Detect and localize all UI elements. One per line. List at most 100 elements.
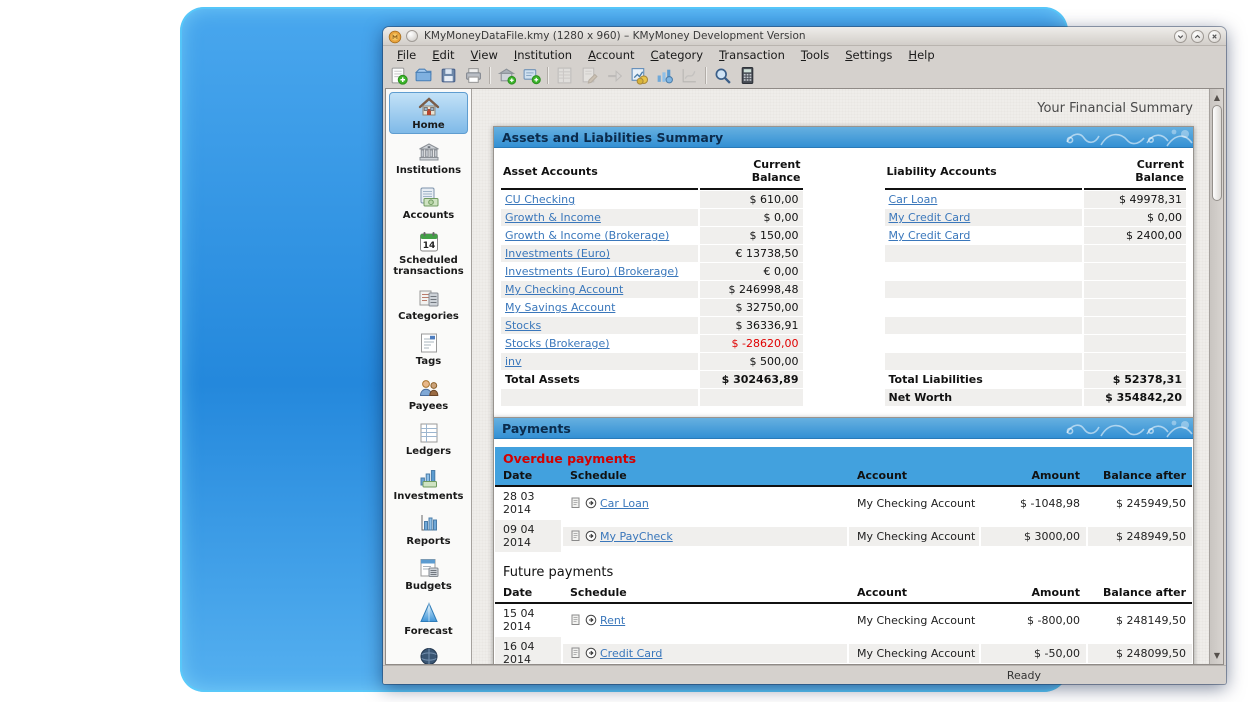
menu-settings[interactable]: Settings — [837, 47, 900, 63]
sidebar-item-categories[interactable]: Categories — [389, 283, 468, 325]
account-balance-cell: $ 150,00 — [700, 227, 802, 244]
sidebar-item-ledgers[interactable]: Ledgers — [389, 418, 468, 460]
liability-row — [885, 281, 1187, 298]
sidebar-item-label: Accounts — [390, 210, 467, 221]
statusbar: Ready — [383, 665, 1226, 684]
sidebar-item-investments[interactable]: Investments — [389, 463, 468, 505]
account-name-cell: Total Liabilities — [885, 371, 1082, 388]
enter-schedule-icon[interactable] — [585, 647, 597, 659]
account-balance-cell: € 13738,50 — [700, 245, 802, 262]
report-chart-icon[interactable] — [628, 65, 650, 86]
menu-transaction[interactable]: Transaction — [711, 47, 793, 63]
institutions-icon — [390, 140, 467, 164]
account-balance-cell: $ 0,00 — [700, 209, 802, 226]
edit-schedule-icon[interactable] — [570, 530, 582, 542]
liability-row — [885, 353, 1187, 370]
sidebar-item-reports[interactable]: Reports — [389, 508, 468, 550]
assets-liabilities-title: Assets and Liabilities Summary — [502, 130, 723, 145]
account-link[interactable]: My Credit Card — [889, 229, 971, 242]
future-payments-header: DateScheduleAccountAmountBalance after — [495, 584, 1192, 604]
find-transaction-icon[interactable] — [711, 65, 733, 86]
toolbar-separator — [489, 67, 490, 84]
page-title: Your Financial Summary — [1037, 101, 1193, 116]
account-link[interactable]: Growth & Income — [505, 211, 601, 224]
print-icon[interactable] — [462, 65, 484, 86]
sidebar-item-accounts[interactable]: Accounts — [389, 182, 468, 224]
new-institution-icon[interactable] — [495, 65, 517, 86]
payment-account-cell: My Checking Account — [849, 644, 979, 663]
sidebar-item-outbox[interactable]: Outbox — [389, 643, 468, 664]
menu-account[interactable]: Account — [580, 47, 642, 63]
menu-file[interactable]: File — [389, 47, 424, 63]
home-icon — [390, 95, 467, 119]
account-balance-cell — [1084, 317, 1186, 334]
account-link[interactable]: My Credit Card — [889, 211, 971, 224]
payee-report-icon[interactable] — [653, 65, 675, 86]
schedule-link[interactable]: Rent — [600, 614, 625, 627]
schedule-link[interactable]: Credit Card — [600, 647, 662, 660]
sidebar-item-label: Payees — [390, 401, 467, 412]
menu-help[interactable]: Help — [900, 47, 942, 63]
account-link[interactable]: Stocks — [505, 319, 541, 332]
account-link[interactable]: inv — [505, 355, 522, 368]
account-name-cell: Car Loan — [885, 191, 1082, 208]
scroll-down-arrow[interactable]: ▼ — [1210, 649, 1224, 662]
account-name-cell: Investments (Euro) — [501, 245, 698, 262]
scheduled-transactions-icon: 14 — [390, 230, 467, 254]
account-link[interactable]: Stocks (Brokerage) — [505, 337, 610, 350]
save-icon[interactable] — [437, 65, 459, 86]
account-link[interactable]: My Checking Account — [505, 283, 623, 296]
menu-category[interactable]: Category — [643, 47, 712, 63]
enter-schedule-icon[interactable] — [585, 614, 597, 626]
new-account-icon[interactable] — [520, 65, 542, 86]
open-file-icon[interactable] — [412, 65, 434, 86]
account-name-cell: My Savings Account — [501, 299, 698, 316]
sidebar-item-label: Tags — [390, 356, 467, 367]
sidebar-item-forecast[interactable]: Forecast — [389, 598, 468, 640]
scroll-up-arrow[interactable]: ▲ — [1210, 91, 1224, 104]
schedule-link[interactable]: Car Loan — [600, 497, 649, 510]
account-name-cell: CU Checking — [501, 191, 698, 208]
account-link[interactable]: Growth & Income (Brokerage) — [505, 229, 669, 242]
edit-schedule-icon[interactable] — [570, 647, 582, 659]
vertical-scrollbar[interactable]: ▲ ▼ — [1209, 89, 1223, 664]
sidebar-item-label: Home — [390, 120, 467, 131]
sidebar-item-home[interactable]: Home — [389, 92, 468, 134]
sidebar-item-institutions[interactable]: Institutions — [389, 137, 468, 179]
account-link[interactable]: CU Checking — [505, 193, 575, 206]
account-name-cell — [885, 335, 1082, 352]
sidebar-item-tags[interactable]: Tags — [389, 328, 468, 370]
sidebar-item-budgets[interactable]: Budgets — [389, 553, 468, 595]
maximize-button[interactable] — [1191, 30, 1204, 43]
window-menu-button[interactable] — [406, 30, 418, 42]
payment-schedule-cell: My PayCheck — [563, 527, 847, 546]
new-file-icon[interactable] — [387, 65, 409, 86]
overdue-payments-header: Overdue payments DateScheduleAccountAmou… — [495, 447, 1192, 487]
toolbar-separator — [705, 67, 706, 84]
scrollbar-thumb[interactable] — [1212, 105, 1222, 201]
kmymoney-app-icon — [388, 29, 402, 43]
account-link[interactable]: Car Loan — [889, 193, 938, 206]
enter-schedule-icon[interactable] — [585, 530, 597, 542]
edit-schedule-icon[interactable] — [570, 497, 582, 509]
menu-tools[interactable]: Tools — [793, 47, 837, 63]
minimize-button[interactable] — [1174, 30, 1187, 43]
menu-view[interactable]: View — [463, 47, 506, 63]
enter-schedule-icon[interactable] — [585, 497, 597, 509]
menu-edit[interactable]: Edit — [424, 47, 462, 63]
account-name-cell — [885, 281, 1082, 298]
payment-schedule-cell: Car Loan — [563, 494, 847, 513]
calculator-icon[interactable] — [736, 65, 758, 86]
menu-institution[interactable]: Institution — [506, 47, 580, 63]
account-link[interactable]: Investments (Euro) — [505, 247, 610, 260]
sidebar-item-scheduled[interactable]: 14Scheduled transactions — [389, 227, 468, 280]
account-link[interactable]: Investments (Euro) (Brokerage) — [505, 265, 678, 278]
account-name-cell — [885, 353, 1082, 370]
payment-date-cell: 28 03 2014 — [495, 487, 561, 519]
edit-schedule-icon[interactable] — [570, 614, 582, 626]
close-button[interactable] — [1208, 30, 1221, 43]
column-header: Date — [495, 469, 561, 482]
account-link[interactable]: My Savings Account — [505, 301, 615, 314]
sidebar-item-payees[interactable]: Payees — [389, 373, 468, 415]
schedule-link[interactable]: My PayCheck — [600, 530, 673, 543]
